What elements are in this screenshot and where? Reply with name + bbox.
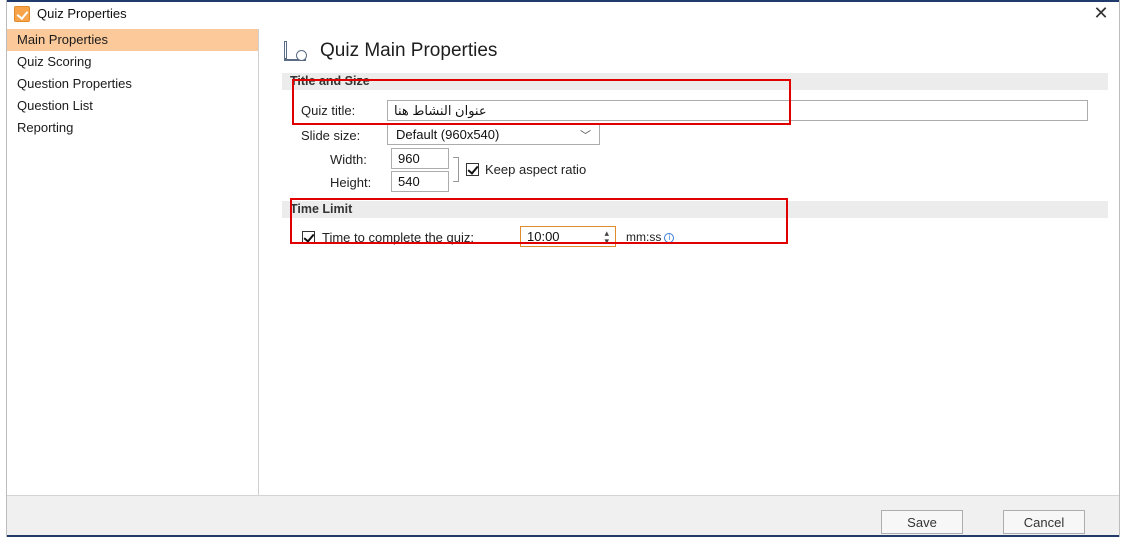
footer-bar: Save Cancel [7,495,1119,537]
save-button[interactable]: Save [881,510,963,534]
section-title-and-size: Title and Size [282,73,1108,90]
info-icon[interactable]: i [664,232,675,243]
main-panel: Quiz Main Properties Title and Size Quiz… [260,29,1119,495]
sidebar-item-main-properties[interactable]: Main Properties [7,29,258,51]
height-input[interactable]: 540 [391,171,449,192]
width-label: Width: [330,152,367,167]
time-limit-checkbox[interactable] [302,231,315,244]
page-title: Quiz Main Properties [320,40,498,61]
window-title: Quiz Properties [37,6,127,21]
sidebar-item-quiz-scoring[interactable]: Quiz Scoring [7,51,258,73]
page-header: Quiz Main Properties [282,39,497,63]
cancel-button[interactable]: Cancel [1003,510,1085,534]
sidebar: Main Properties Quiz Scoring Question Pr… [7,29,259,495]
quiz-title-input[interactable]: عنوان النشاط هنا [387,100,1088,121]
close-icon[interactable]: ✕ [1089,3,1113,23]
aspect-link-bracket [453,157,459,182]
quiz-app-icon [14,5,30,22]
sidebar-item-question-list[interactable]: Question List [7,95,258,117]
spinner-arrows-icon[interactable]: ▴ ▾ [604,228,609,245]
time-limit-spinner[interactable]: 10:00 ▴ ▾ [520,226,616,247]
section-time-limit: Time Limit [282,201,1108,218]
slide-size-label: Slide size: [301,128,361,143]
height-label: Height: [330,175,372,190]
quiz-properties-icon [282,39,310,63]
quiz-properties-dialog: Quiz Properties ✕ Main Properties Quiz S… [6,0,1120,537]
slide-size-value: Default (960x540) [396,127,500,142]
time-unit-label: mm:ss i [626,230,675,244]
sidebar-item-question-properties[interactable]: Question Properties [7,73,258,95]
sidebar-item-reporting[interactable]: Reporting [7,117,258,139]
time-limit-label: Time to complete the quiz: [322,230,474,245]
width-input[interactable]: 960 [391,148,449,169]
keep-aspect-checkbox[interactable] [466,163,479,176]
quiz-title-label: Quiz title: [301,103,356,118]
slide-size-select[interactable]: Default (960x540) ﹀ [387,124,600,145]
keep-aspect-label: Keep aspect ratio [485,162,587,177]
time-limit-value: 10:00 [527,229,560,244]
title-bar: Quiz Properties ✕ [7,0,1119,25]
chevron-down-icon: ﹀ [580,129,591,142]
